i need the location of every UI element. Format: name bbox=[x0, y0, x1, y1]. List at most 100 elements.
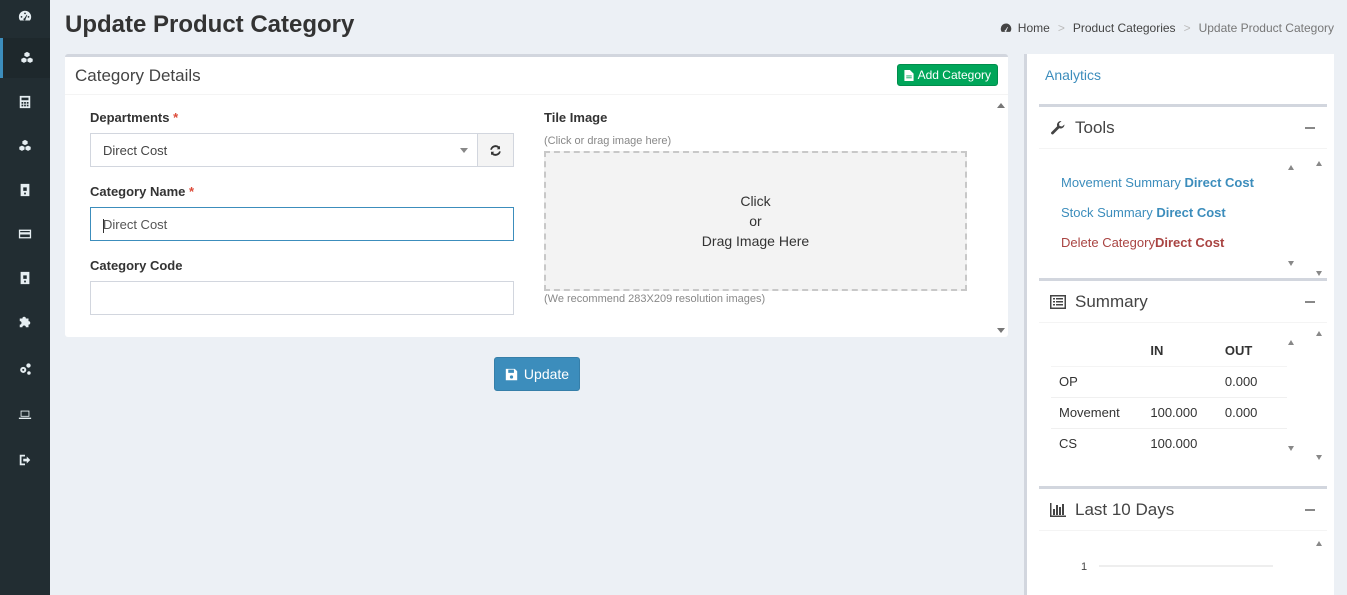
breadcrumb-separator: > bbox=[1183, 21, 1191, 35]
laptop-icon bbox=[18, 410, 32, 419]
breadcrumb-product-categories[interactable]: Product Categories bbox=[1073, 21, 1176, 35]
category-code-input[interactable] bbox=[90, 281, 514, 315]
breadcrumb-current: Update Product Category bbox=[1198, 21, 1334, 35]
box-header: Category Details Add Category bbox=[65, 57, 1008, 95]
tile-image-hint: (Click or drag image here) bbox=[544, 135, 672, 147]
save-icon bbox=[505, 368, 518, 380]
sidebar-item-settings[interactable] bbox=[0, 349, 50, 389]
category-code-label: Category Code bbox=[90, 258, 183, 273]
refresh-departments-button[interactable] bbox=[477, 133, 514, 167]
last-10-days-scrollbar[interactable] bbox=[1313, 535, 1327, 595]
category-name-value: Direct Cost bbox=[103, 217, 168, 232]
summary-header-cell bbox=[1051, 335, 1151, 367]
summary-title: Summary bbox=[1075, 292, 1148, 311]
sidebar-item-payments[interactable] bbox=[0, 214, 50, 254]
scroll-down-arrow bbox=[1288, 261, 1294, 266]
sidebar-item-devices[interactable] bbox=[0, 395, 50, 435]
tools-title: Tools bbox=[1075, 118, 1115, 137]
table-row: Movement 100.000 0.000 bbox=[1051, 396, 1287, 428]
table-row: CS 100.000 bbox=[1051, 427, 1287, 459]
summary-cell: OP bbox=[1051, 365, 1151, 397]
sidebar-item-dashboard[interactable] bbox=[0, 0, 50, 36]
summary-cell: 100.000 bbox=[1150, 396, 1225, 428]
last-10-days-header: Last 10 Days bbox=[1039, 489, 1327, 531]
summary-header-row: IN OUT bbox=[1051, 335, 1287, 367]
tools-inner-scrollbar[interactable] bbox=[1285, 163, 1299, 271]
add-category-label: Add Category bbox=[917, 68, 991, 82]
summary-header: Summary bbox=[1039, 281, 1327, 323]
summary-cell: CS bbox=[1051, 427, 1151, 459]
table-row: OP 0.000 bbox=[1051, 365, 1287, 397]
add-category-button[interactable]: Add Category bbox=[896, 64, 998, 86]
bar-chart-icon bbox=[1050, 503, 1066, 517]
stock-summary-link[interactable]: Stock Summary Direct Cost bbox=[1061, 205, 1226, 220]
summary-table: IN OUT OP 0.000 Movement 100.000 0.000 C… bbox=[1051, 335, 1287, 459]
category-name-input[interactable]: Direct Cost bbox=[90, 207, 514, 241]
sidebar-item-logout[interactable] bbox=[0, 440, 50, 480]
analytics-tab[interactable]: Analytics bbox=[1045, 67, 1101, 83]
summary-outer-scrollbar[interactable] bbox=[1313, 327, 1327, 461]
breadcrumb: Home > Product Categories > Update Produ… bbox=[1000, 21, 1334, 35]
dashboard-icon bbox=[1000, 23, 1012, 32]
dropzone-line-2: or bbox=[749, 213, 762, 229]
wrench-icon bbox=[1051, 120, 1065, 135]
summary-inner-scrollbar[interactable] bbox=[1285, 336, 1299, 464]
page-title: Update Product Category bbox=[65, 11, 355, 38]
chevron-down-icon bbox=[460, 148, 468, 153]
tools-outer-scrollbar[interactable] bbox=[1313, 153, 1327, 277]
departments-select[interactable]: Direct Cost bbox=[90, 133, 478, 167]
scroll-up-arrow bbox=[1316, 161, 1322, 166]
scroll-down-arrow bbox=[1288, 446, 1294, 451]
image-dropzone[interactable]: Click or Drag Image Here bbox=[544, 151, 967, 291]
tools-header: Tools bbox=[1039, 107, 1327, 149]
cubes-icon bbox=[19, 139, 31, 151]
file-icon bbox=[904, 69, 914, 81]
scroll-up-arrow[interactable] bbox=[997, 103, 1005, 108]
sidebar-item-archive[interactable] bbox=[0, 170, 50, 210]
movement-summary-link[interactable]: Movement Summary Direct Cost bbox=[1061, 175, 1254, 190]
scroll-up-arrow bbox=[1288, 165, 1294, 170]
minus-icon[interactable] bbox=[1305, 127, 1315, 129]
summary-cell: 100.000 bbox=[1150, 427, 1225, 459]
scroll-up-arrow bbox=[1316, 541, 1322, 546]
category-details-box: Category Details Add Category Department… bbox=[65, 54, 1008, 337]
delete-category-link[interactable]: Delete CategoryDirect Cost bbox=[1061, 235, 1224, 250]
last-10-days-title: Last 10 Days bbox=[1075, 500, 1175, 519]
update-label: Update bbox=[523, 366, 570, 382]
summary-cell: 0.000 bbox=[1224, 396, 1287, 428]
sign-out-icon bbox=[19, 454, 31, 466]
right-panel: Analytics Tools Movement Summary Direct … bbox=[1024, 54, 1334, 595]
scroll-down-arrow[interactable] bbox=[997, 328, 1005, 333]
sidebar-item-archive-2[interactable] bbox=[0, 258, 50, 298]
sidebar-item-categories[interactable] bbox=[0, 38, 50, 78]
summary-header-out: OUT bbox=[1224, 335, 1287, 367]
sidebar-item-calculator[interactable] bbox=[0, 82, 50, 122]
archive-icon bbox=[20, 271, 30, 285]
update-button[interactable]: Update bbox=[494, 357, 580, 391]
sidebar-item-plugins[interactable] bbox=[0, 302, 50, 342]
box-scrollbar[interactable] bbox=[994, 97, 1008, 340]
scroll-down-arrow bbox=[1316, 271, 1322, 276]
scroll-down-arrow bbox=[1316, 455, 1322, 460]
last-10-days-chart: 1 bbox=[1081, 561, 1273, 573]
last-10-days-box: Last 10 Days 1 bbox=[1039, 486, 1327, 595]
tools-box: Tools Movement Summary Direct Cost Stock… bbox=[1039, 104, 1327, 276]
summary-cell: Movement bbox=[1051, 396, 1151, 428]
dropzone-line-3: Drag Image Here bbox=[701, 233, 810, 249]
tile-image-label: Tile Image bbox=[544, 110, 608, 125]
minus-icon[interactable] bbox=[1305, 301, 1315, 303]
cogs-icon bbox=[20, 363, 31, 375]
sidebar-item-products[interactable] bbox=[0, 126, 50, 166]
departments-label: Departments * bbox=[90, 110, 179, 125]
archive-icon bbox=[20, 183, 30, 197]
scroll-up-arrow bbox=[1316, 331, 1322, 336]
summary-cell bbox=[1150, 365, 1225, 397]
minus-icon[interactable] bbox=[1305, 509, 1315, 511]
credit-card-icon bbox=[18, 229, 32, 239]
box-title: Category Details bbox=[75, 66, 201, 85]
calculator-icon bbox=[19, 95, 31, 109]
breadcrumb-home[interactable]: Home bbox=[1018, 21, 1050, 35]
tile-image-recommendation: (We recommend 283X209 resolution images) bbox=[544, 293, 766, 305]
summary-box: Summary IN OUT OP 0.000 Movement 100.000… bbox=[1039, 278, 1327, 466]
summary-cell: 0.000 bbox=[1224, 365, 1287, 397]
